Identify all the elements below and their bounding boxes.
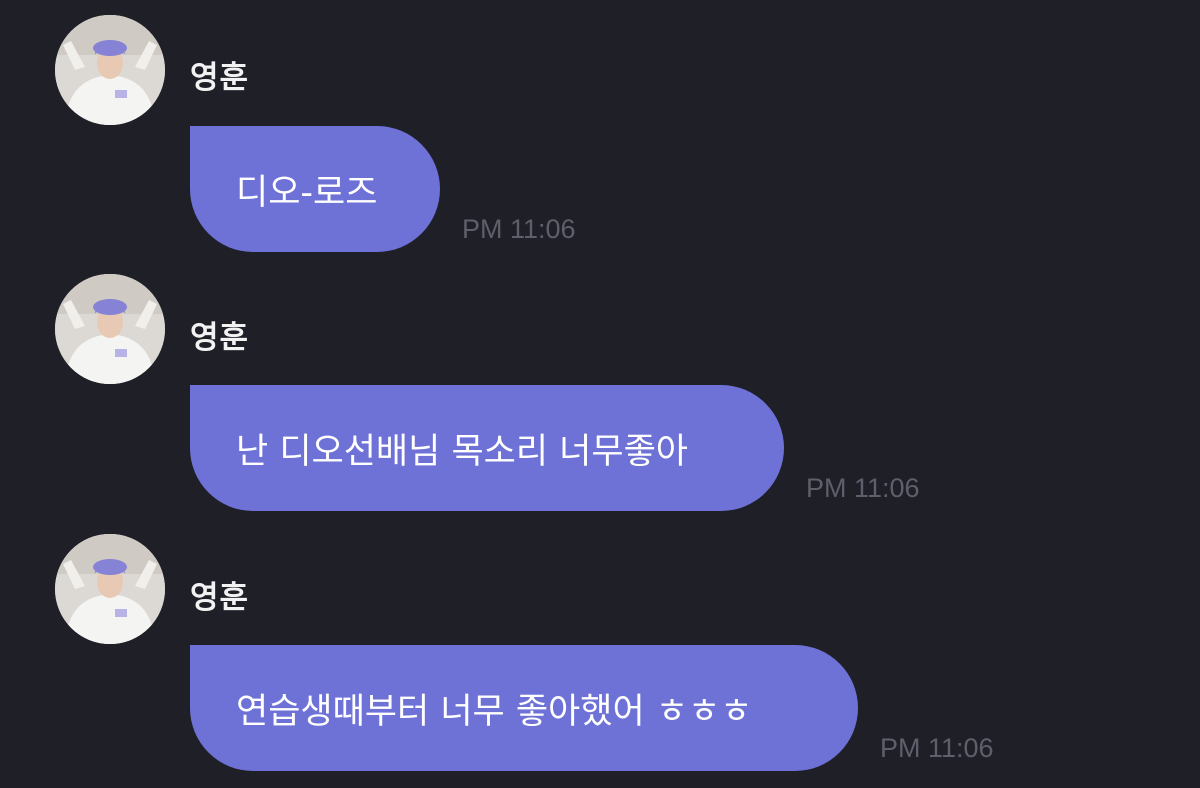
avatar[interactable] xyxy=(55,274,165,384)
avatar[interactable] xyxy=(55,534,165,644)
message-bubble[interactable]: 난 디오선배님 목소리 너무좋아 xyxy=(190,385,784,511)
avatar[interactable] xyxy=(55,15,165,125)
sender-name: 영훈 xyxy=(190,580,250,616)
sender-name: 영훈 xyxy=(190,320,250,356)
message-timestamp: PM 11:06 xyxy=(880,733,994,763)
message-text: 연습생때부터 너무 좋아했어 ㅎㅎㅎ xyxy=(236,691,753,732)
message-bubble[interactable]: 연습생때부터 너무 좋아했어 ㅎㅎㅎ xyxy=(190,645,858,771)
message-text: 디오-로즈 xyxy=(236,172,378,213)
message-timestamp: PM 11:06 xyxy=(462,214,576,244)
avatar-image xyxy=(55,534,165,644)
message-timestamp: PM 11:06 xyxy=(806,473,920,503)
message-bubble[interactable]: 디오-로즈 xyxy=(190,126,440,252)
chat-window: 영훈 디오-로즈 PM 11:06 영훈 난 디오선배님 목소리 너무좋아 PM xyxy=(0,0,1200,788)
avatar-image xyxy=(55,274,165,384)
sender-name: 영훈 xyxy=(190,60,250,96)
avatar-image xyxy=(55,15,165,125)
message-text: 난 디오선배님 목소리 너무좋아 xyxy=(236,431,688,472)
